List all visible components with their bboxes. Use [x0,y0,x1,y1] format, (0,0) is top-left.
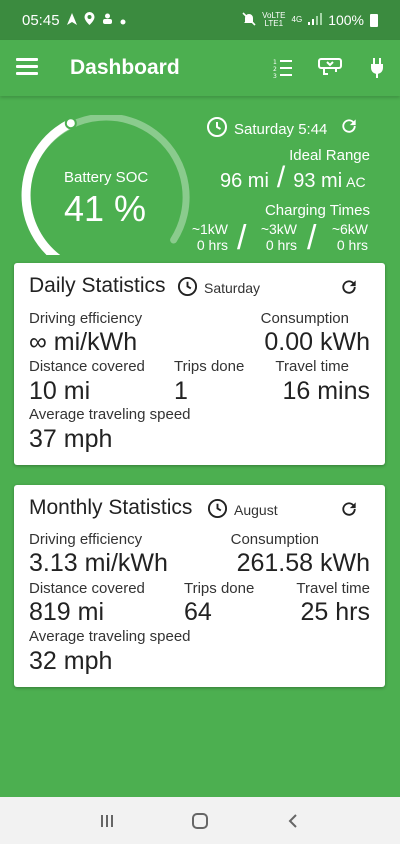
list-icon[interactable]: 1 2 3 [271,56,295,80]
card-period: August [234,502,278,518]
daily-statistics-card: Daily Statistics Saturday Driving effici… [14,263,385,465]
charging-col-1kw: ~1kW 0 hrs [188,221,228,253]
range-ac-label: AC [346,174,366,190]
distance-value: 819 mi [29,598,105,626]
status-bar: 05:45 VoLTE LTE1 4G 100% [0,0,400,40]
charge-separator: / [237,219,247,257]
svg-text:2: 2 [273,66,277,73]
charge-separator: / [307,219,317,257]
charging-col-6kw: ~6kW 0 hrs [328,221,368,253]
charge-time: 0 hrs [265,237,297,253]
battery-soc-value: 41 % [64,188,147,229]
location-icon [84,11,95,29]
battery-percent: 100% [328,12,364,28]
refresh-icon[interactable] [339,277,359,297]
battery-soc-label: Battery SOC [64,169,149,186]
speed-value: 32 mph [29,647,113,675]
network-type: 4G [291,15,303,24]
distance-label: Distance covered [29,580,145,597]
system-nav-bar [0,797,400,844]
clock-icon [206,116,228,142]
navigation-icon [66,12,78,29]
signal-icon [308,12,323,28]
status-time: 05:45 [22,11,60,29]
charging-times: ~1kW 0 hrs / ~3kW 0 hrs / ~6kW 0 hrs [188,221,378,257]
trips-label: Trips done [184,580,255,597]
speed-value: 37 mph [29,425,113,453]
charge-time: 0 hrs [336,237,368,253]
range-separator: / [276,161,286,194]
home-icon[interactable] [185,806,215,836]
range-value-1: 96 mi [220,170,269,192]
efficiency-label: Driving efficiency [29,531,143,548]
page-title: Dashboard [70,56,180,79]
trips-value: 1 [174,377,188,405]
plug-icon[interactable] [365,56,389,80]
charge-time: 0 hrs [196,237,228,253]
card-period: Saturday [204,280,261,296]
charge-power: ~1kW [191,221,228,237]
svg-text:3: 3 [273,73,277,80]
consumption-label: Consumption [260,310,349,327]
recents-icon[interactable] [92,806,122,836]
distance-label: Distance covered [29,358,145,375]
speed-label: Average traveling speed [29,406,191,423]
efficiency-value: 3.13 mi/kWh [29,549,168,577]
consumption-label: Consumption [230,531,319,548]
clock-icon [177,276,198,300]
distance-value: 10 mi [29,377,91,405]
last-update-time: Saturday 5:44 [234,120,328,138]
app-bar: Dashboard 1 2 3 [0,40,400,96]
travel-time-value: 16 mins [282,377,370,405]
monthly-statistics-card: Monthly Statistics August Driving effici… [14,485,385,687]
range-values: 96 mi / 93 mi AC [220,161,366,194]
speed-label: Average traveling speed [29,628,191,645]
charging-col-3kw: ~3kW 0 hrs [257,221,297,253]
charge-power: ~3kW [260,221,297,237]
refresh-icon[interactable] [339,116,359,141]
travel-time-label: Travel time [296,580,370,597]
trips-label: Trips done [174,358,245,375]
refresh-icon[interactable] [339,499,359,519]
travel-time-label: Travel time [275,358,349,375]
battery-icon [370,13,378,27]
efficiency-value: ∞ mi/kWh [29,328,138,356]
range-value-2: 93 mi [293,170,343,192]
ideal-range-label: Ideal Range [289,147,370,164]
network-lte: LTE1 [264,19,284,28]
charging-times-label: Charging Times [264,202,370,219]
card-title: Daily Statistics [29,274,166,297]
card-title: Monthly Statistics [29,496,193,519]
consumption-value: 261.58 kWh [236,549,370,577]
dot-icon [120,12,126,29]
efficiency-label: Driving efficiency [29,310,143,327]
consumption-value: 0.00 kWh [264,328,370,356]
mute-icon [242,11,256,29]
back-icon[interactable] [278,806,308,836]
svg-text:1: 1 [273,59,277,66]
menu-icon[interactable] [16,58,38,78]
recycle-icon [101,12,114,29]
charge-power: ~6kW [331,221,368,237]
travel-time-value: 25 hrs [300,598,370,626]
trips-value: 64 [184,598,212,626]
clock-icon [207,498,228,522]
charger-icon[interactable] [316,56,344,80]
